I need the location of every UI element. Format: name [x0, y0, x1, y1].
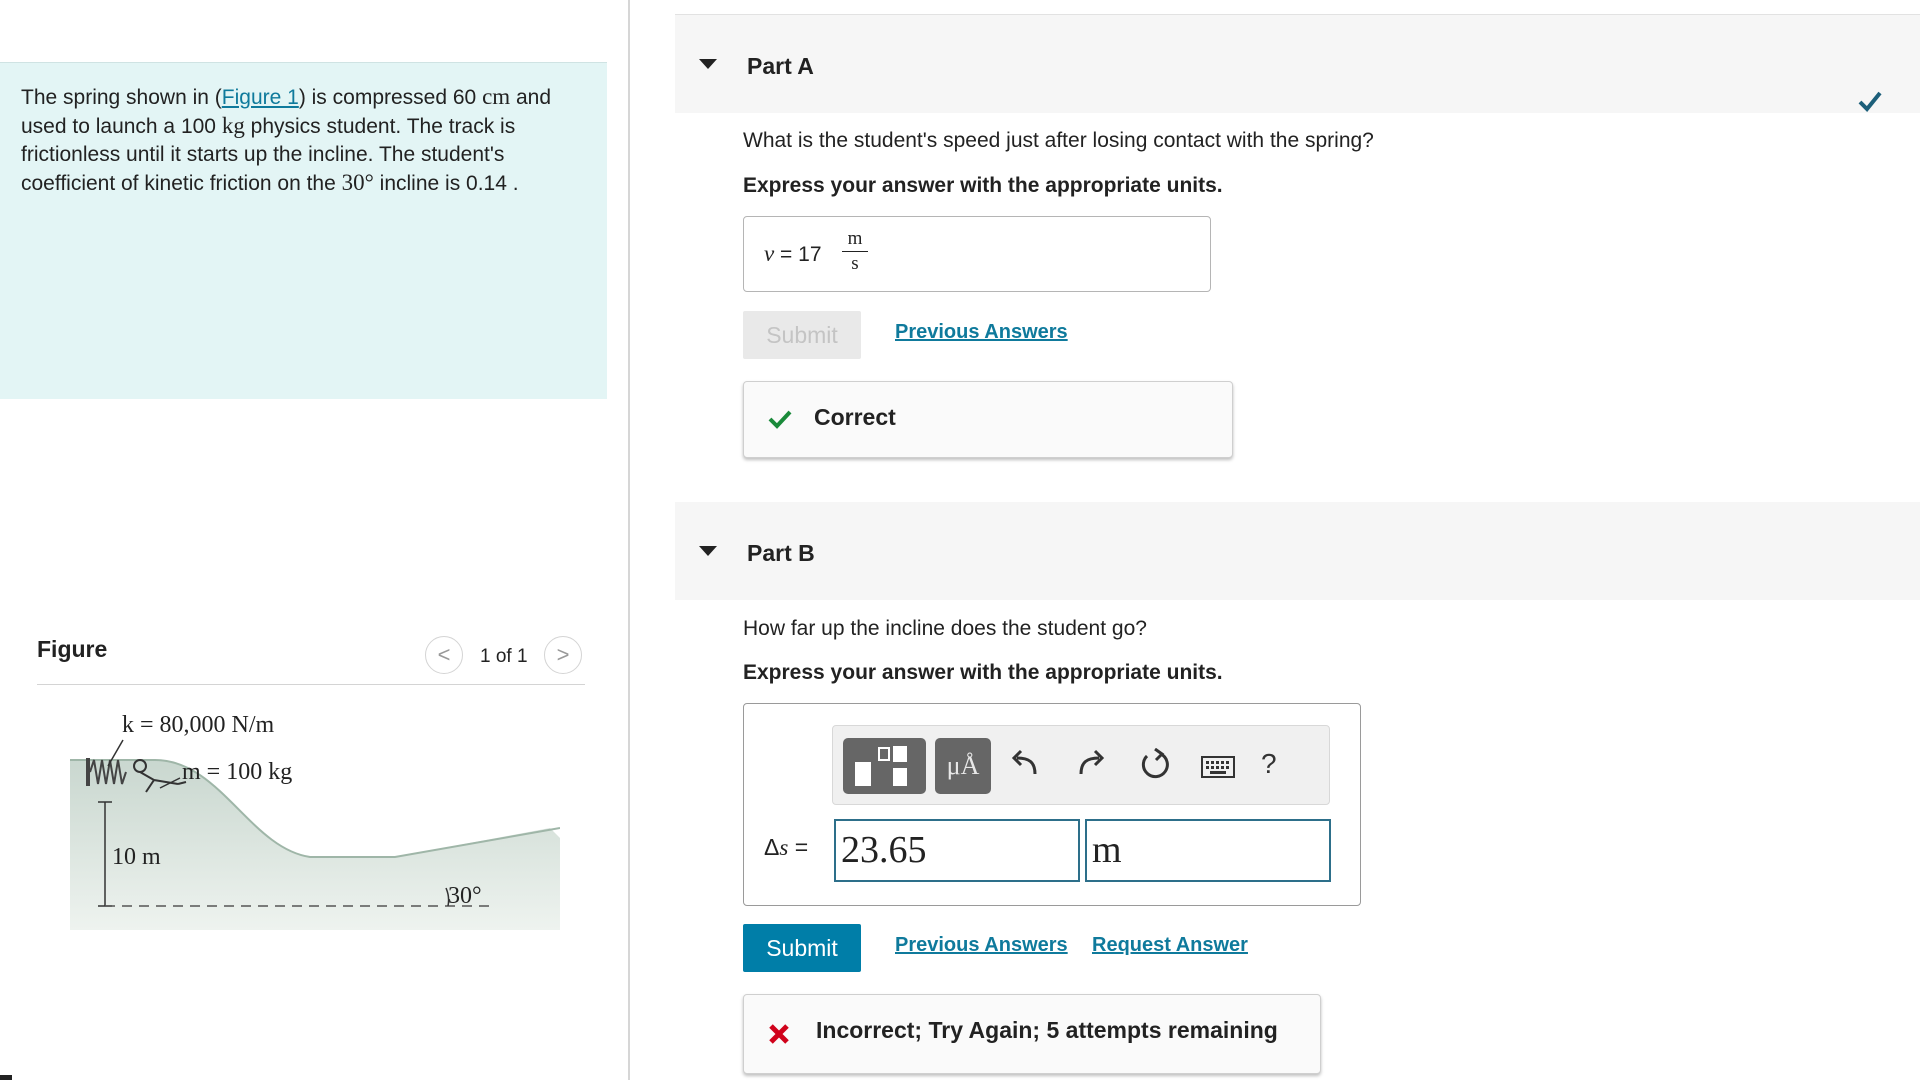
answer-variable: s — [779, 835, 789, 860]
part-a-answer-box: v = 17 m s — [743, 216, 1211, 292]
checkmark-icon — [768, 410, 792, 429]
problem-text: incline is 0.14 . — [373, 172, 519, 195]
m-label: m = 100 kg — [182, 759, 292, 785]
spring-track-figure: k = 80,000 N/m m = 100 kg 10 m 30° — [70, 712, 560, 930]
figure-link[interactable]: Figure 1 — [222, 86, 299, 109]
feedback-text: Correct — [814, 404, 896, 430]
next-figure-button[interactable]: > — [544, 636, 582, 674]
answer-label: Δs = — [764, 834, 808, 861]
answer-variable: v — [764, 241, 775, 266]
unit-cm: cm — [482, 84, 511, 109]
unit-fraction: m s — [842, 229, 868, 274]
part-a-submit-button: Submit — [743, 311, 861, 359]
k-label: k = 80,000 N/m — [122, 712, 275, 738]
part-a-instruction: Express your answer with the appropriate… — [743, 174, 1223, 197]
unit-kg: kg — [221, 113, 245, 138]
height-label: 10 m — [112, 844, 161, 870]
equals-sign: = — [788, 834, 809, 860]
delta-symbol: Δ — [764, 834, 780, 860]
part-b-title: Part B — [747, 540, 815, 566]
part-a-previous-answers-link[interactable]: Previous Answers — [895, 321, 1068, 344]
problem-text: ) is compressed 60 — [298, 86, 483, 109]
fraction-bar — [842, 251, 868, 252]
part-a-title: Part A — [747, 53, 814, 79]
part-b-submit-button[interactable]: Submit — [743, 924, 861, 972]
angle-value: 30° — [341, 170, 374, 195]
collapse-triangle-icon[interactable] — [699, 546, 717, 556]
request-answer-link[interactable]: Request Answer — [1092, 934, 1248, 957]
reset-icon[interactable] — [1139, 748, 1171, 782]
unit-denominator: s — [851, 253, 859, 274]
x-icon — [769, 1024, 789, 1044]
column-divider — [628, 0, 630, 1080]
part-b-answer-box: μÅ ? Δs = 23.65 m — [743, 703, 1361, 906]
next-section-edge — [0, 1075, 12, 1080]
keyboard-icon[interactable] — [1201, 756, 1235, 778]
template-icon — [855, 746, 907, 786]
units-button[interactable]: μÅ — [935, 738, 991, 794]
problem-text: The spring shown in ( — [21, 86, 222, 109]
part-b-header[interactable]: Part B — [675, 502, 1920, 600]
part-a-feedback: Correct — [743, 381, 1233, 458]
part-a-header[interactable]: Part A — [675, 14, 1920, 113]
previous-figure-button[interactable]: < — [425, 636, 463, 674]
part-a-question: What is the student's speed just after l… — [743, 129, 1374, 152]
part-b-previous-answers-link[interactable]: Previous Answers — [895, 934, 1068, 957]
figure-title: Figure — [37, 636, 108, 662]
problem-statement: The spring shown in (Figure 1) is compre… — [0, 62, 607, 399]
part-b-question: How far up the incline does the student … — [743, 617, 1147, 640]
math-toolbar: μÅ ? — [832, 725, 1330, 805]
help-icon[interactable]: ? — [1261, 748, 1277, 780]
template-button[interactable] — [843, 738, 926, 794]
value-input[interactable]: 23.65 — [834, 819, 1080, 882]
figure-header: Figure < 1 of 1 > — [37, 626, 585, 685]
answer-expression: v = 17 — [764, 241, 822, 267]
answer-value: = 17 — [774, 243, 822, 266]
unit-input[interactable]: m — [1085, 819, 1331, 882]
angle-label: 30° — [448, 883, 482, 909]
spring-wall — [86, 758, 90, 786]
unit-numerator: m — [847, 228, 863, 249]
part-b-instruction: Express your answer with the appropriate… — [743, 661, 1223, 684]
redo-icon[interactable] — [1077, 748, 1105, 778]
undo-icon[interactable] — [1011, 748, 1039, 778]
feedback-text: Incorrect; Try Again; 5 attempts remaini… — [816, 1017, 1278, 1043]
figure-count: 1 of 1 — [480, 646, 528, 667]
collapse-triangle-icon[interactable] — [699, 59, 717, 69]
part-b-feedback: Incorrect; Try Again; 5 attempts remaini… — [743, 994, 1321, 1074]
checkmark-icon — [1858, 91, 1882, 112]
